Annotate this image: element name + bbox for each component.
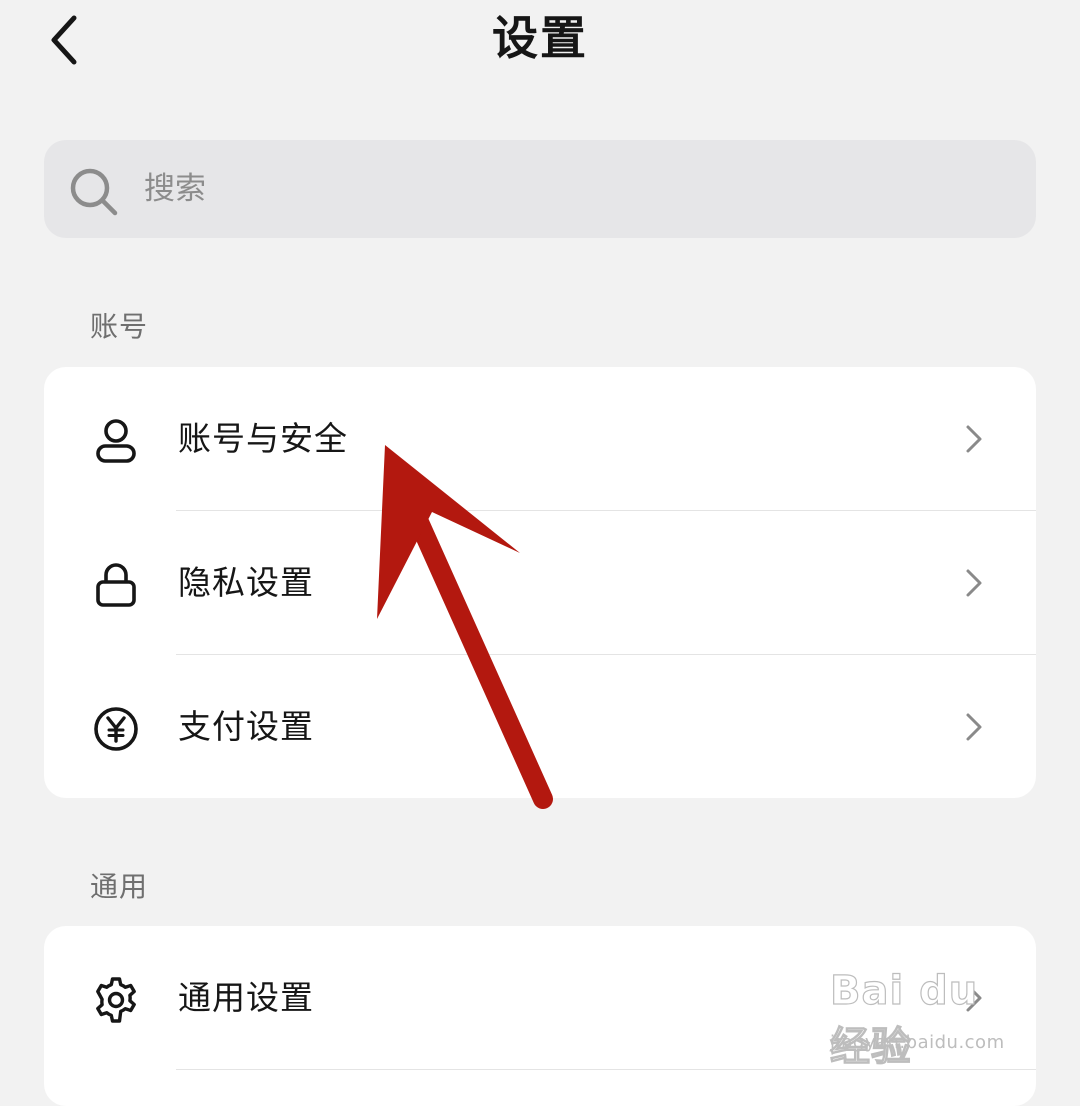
settings-item-account-security[interactable]: 账号与安全 xyxy=(44,367,1036,511)
divider xyxy=(176,1069,1036,1070)
chevron-right-icon xyxy=(966,425,982,453)
section-label-general: 通用 xyxy=(90,870,149,903)
general-settings-card: 通用设置 xyxy=(44,926,1036,1106)
search-icon xyxy=(70,168,118,216)
chevron-right-icon xyxy=(966,713,982,741)
settings-item-privacy[interactable]: 隐私设置 xyxy=(44,511,1036,655)
settings-item-label: 通用设置 xyxy=(178,978,314,1017)
lock-icon xyxy=(96,563,136,607)
top-bar: 设置 xyxy=(0,0,1080,80)
chevron-right-icon xyxy=(966,984,982,1012)
settings-item-label: 账号与安全 xyxy=(178,419,348,458)
account-settings-card: 账号与安全 隐私设置 支付设置 xyxy=(44,367,1036,798)
section-label-account: 账号 xyxy=(90,310,149,343)
settings-item-payment[interactable]: 支付设置 xyxy=(44,655,1036,799)
page-title: 设置 xyxy=(492,11,588,65)
settings-item-label: 隐私设置 xyxy=(178,563,314,602)
chevron-right-icon xyxy=(966,569,982,597)
settings-item-general[interactable]: 通用设置 xyxy=(44,926,1036,1070)
user-icon xyxy=(96,419,136,463)
search-input[interactable] xyxy=(144,140,1004,238)
search-bar[interactable] xyxy=(44,140,1036,238)
settings-item-label: 支付设置 xyxy=(178,707,314,746)
gear-icon xyxy=(96,977,136,1023)
yen-circle-icon xyxy=(94,707,138,751)
